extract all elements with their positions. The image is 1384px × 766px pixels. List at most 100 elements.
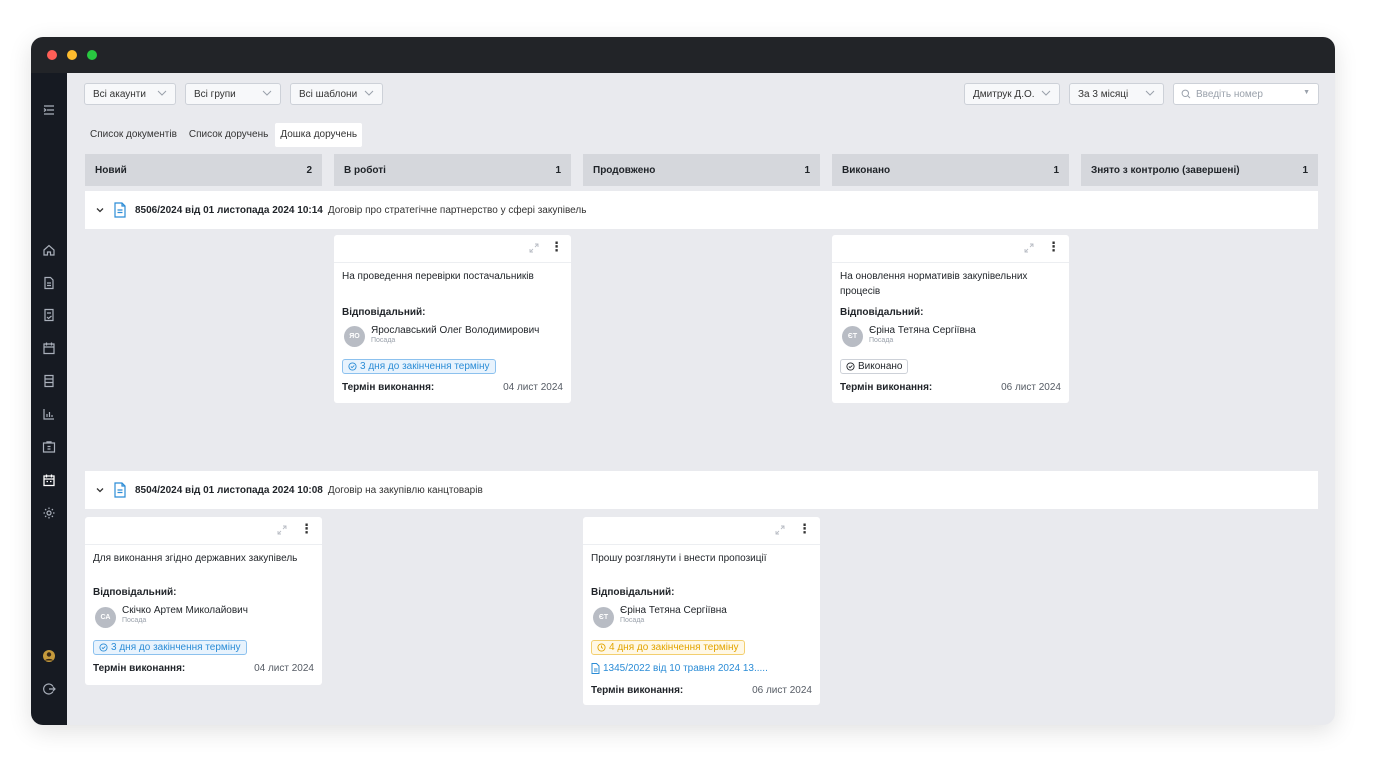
document-icon — [114, 482, 126, 498]
view-tabs: Список документів Список доручень Дошка … — [85, 123, 364, 147]
card-toolbar: ⋮ — [85, 517, 322, 545]
status-badge: Виконано — [840, 359, 909, 374]
search-placeholder: Введіть номер — [1196, 88, 1263, 100]
responsible-label: Відповідальний: — [840, 307, 924, 318]
term-label: Термін виконання: — [93, 663, 186, 674]
user-avatar[interactable] — [42, 649, 56, 663]
document-group-row[interactable]: 8506/2024 від 01 листопада 2024 10:14 До… — [85, 191, 1318, 229]
document-icon — [591, 663, 600, 674]
deadline-badge-text: 4 дня до закінчення терміну — [609, 642, 739, 653]
deadline-badge: 3 дня до закінчення терміну — [93, 640, 247, 655]
id-card-icon[interactable] — [42, 440, 56, 454]
deadline-badge-text: 3 дня до закінчення терміну — [360, 361, 490, 372]
column-count: 2 — [306, 164, 312, 176]
responsible-label: Відповідальний: — [591, 587, 675, 598]
calendar-icon[interactable] — [42, 341, 56, 355]
card-title: На проведення перевірки постачальників — [342, 271, 534, 282]
window-titlebar — [31, 37, 1335, 73]
templates-filter[interactable]: Всі шаблони — [290, 83, 383, 105]
column-header-closed: Знято з контролю (завершені) 1 — [1081, 154, 1318, 186]
maximize-window-button[interactable] — [87, 50, 97, 60]
avatar: СА — [95, 607, 116, 628]
card-title: Прошу розглянути і внести пропозиції — [591, 553, 767, 564]
period-filter-label: За 3 місяці — [1078, 88, 1129, 100]
term-date: 04 лист 2024 — [254, 663, 314, 674]
responsible-name: Єріна Тетяна Сергіївна — [869, 325, 976, 336]
document-check-icon[interactable] — [42, 308, 56, 322]
term-date: 06 лист 2024 — [1001, 382, 1061, 393]
term-date: 04 лист 2024 — [503, 382, 563, 393]
linked-document-text[interactable]: 1345/2022 від 10 травня 2024 13..... — [603, 663, 768, 674]
status-badge-text: Виконано — [858, 361, 903, 372]
column-header-done: Виконано 1 — [832, 154, 1069, 186]
accounts-filter-label: Всі акаунти — [93, 88, 146, 100]
responsible-position: Посада — [371, 337, 396, 344]
clock-check-icon — [348, 362, 357, 371]
logout-icon[interactable] — [42, 682, 56, 696]
accounts-filter[interactable]: Всі акаунти — [84, 83, 176, 105]
minimize-window-button[interactable] — [67, 50, 77, 60]
column-count: 1 — [1302, 164, 1308, 176]
main-content: Всі акаунти Всі групи Всі шаблони Дмитру… — [67, 73, 1335, 725]
check-circle-icon — [846, 362, 855, 371]
card-title: На оновлення нормативів закупівельних пр… — [840, 271, 1028, 297]
home-icon[interactable] — [42, 243, 56, 257]
column-count: 1 — [555, 164, 561, 176]
column-title: Виконано — [842, 164, 891, 176]
column-header-in-progress: В роботі 1 — [334, 154, 571, 186]
assignment-card[interactable]: ⋮ На проведення перевірки постачальників… — [334, 235, 571, 403]
tab-documents-list[interactable]: Список документів — [85, 123, 182, 147]
tab-assignments-list[interactable]: Список доручень — [184, 123, 273, 147]
chevron-down-icon[interactable] — [95, 485, 105, 495]
term-label: Термін виконання: — [342, 382, 435, 393]
more-options-icon[interactable]: ⋮ — [300, 522, 313, 536]
responsible-position: Посада — [869, 337, 894, 344]
document-icon[interactable] — [42, 276, 56, 290]
templates-filter-label: Всі шаблони — [299, 88, 358, 100]
assignment-card[interactable]: ⋮ Прошу розглянути і внести пропозиції В… — [583, 517, 820, 705]
document-group-row[interactable]: 8504/2024 від 01 листопада 2024 10:08 До… — [85, 471, 1318, 509]
user-filter-label: Дмитрук Д.О. — [973, 88, 1035, 100]
chart-icon[interactable] — [42, 407, 56, 421]
chevron-down-icon[interactable] — [95, 205, 105, 215]
board-icon[interactable] — [42, 473, 56, 487]
expand-icon[interactable] — [529, 243, 539, 253]
sidebar — [31, 73, 67, 725]
groups-filter-label: Всі групи — [194, 88, 236, 100]
expand-icon[interactable] — [277, 525, 287, 535]
tab-assignments-board[interactable]: Дошка доручень — [275, 123, 363, 147]
column-count: 1 — [804, 164, 810, 176]
menu-collapse-icon[interactable] — [42, 103, 56, 117]
search-icon — [1181, 89, 1191, 99]
term-date: 06 лист 2024 — [752, 685, 812, 696]
assignment-card[interactable]: ⋮ На оновлення нормативів закупівельних … — [832, 235, 1069, 403]
clock-icon — [597, 643, 606, 652]
caret-down-icon[interactable]: ▼ — [1303, 89, 1310, 96]
period-filter[interactable]: За 3 місяці — [1069, 83, 1164, 105]
avatar: ЄТ — [842, 326, 863, 347]
card-toolbar: ⋮ — [832, 235, 1069, 263]
search-input[interactable]: Введіть номер ▼ — [1173, 83, 1319, 105]
more-options-icon[interactable]: ⋮ — [798, 522, 811, 536]
avatar: ЄТ — [593, 607, 614, 628]
groups-filter[interactable]: Всі групи — [185, 83, 281, 105]
list-icon[interactable] — [42, 374, 56, 388]
app-window: Всі акаунти Всі групи Всі шаблони Дмитру… — [31, 37, 1335, 725]
user-filter[interactable]: Дмитрук Д.О. — [964, 83, 1060, 105]
linked-document-link[interactable]: 1345/2022 від 10 травня 2024 13..... — [591, 663, 768, 674]
expand-icon[interactable] — [1024, 243, 1034, 253]
document-number[interactable]: 8504/2024 від 01 листопада 2024 10:08 — [135, 485, 323, 496]
deadline-badge-text: 3 дня до закінчення терміну — [111, 642, 241, 653]
term-label: Термін виконання: — [591, 685, 684, 696]
document-title: Договір на закупівлю канцтоварів — [327, 484, 483, 496]
expand-icon[interactable] — [775, 525, 785, 535]
document-number[interactable]: 8506/2024 від 01 листопада 2024 10:14 — [135, 205, 323, 216]
card-toolbar: ⋮ — [583, 517, 820, 545]
responsible-name: Скічко Артем Миколайович — [122, 605, 248, 616]
close-window-button[interactable] — [47, 50, 57, 60]
settings-icon[interactable] — [42, 506, 56, 520]
column-header-extended: Продовжено 1 — [583, 154, 820, 186]
more-options-icon[interactable]: ⋮ — [1047, 240, 1060, 254]
assignment-card[interactable]: ⋮ Для виконання згідно державних закупів… — [85, 517, 322, 685]
more-options-icon[interactable]: ⋮ — [550, 240, 563, 254]
